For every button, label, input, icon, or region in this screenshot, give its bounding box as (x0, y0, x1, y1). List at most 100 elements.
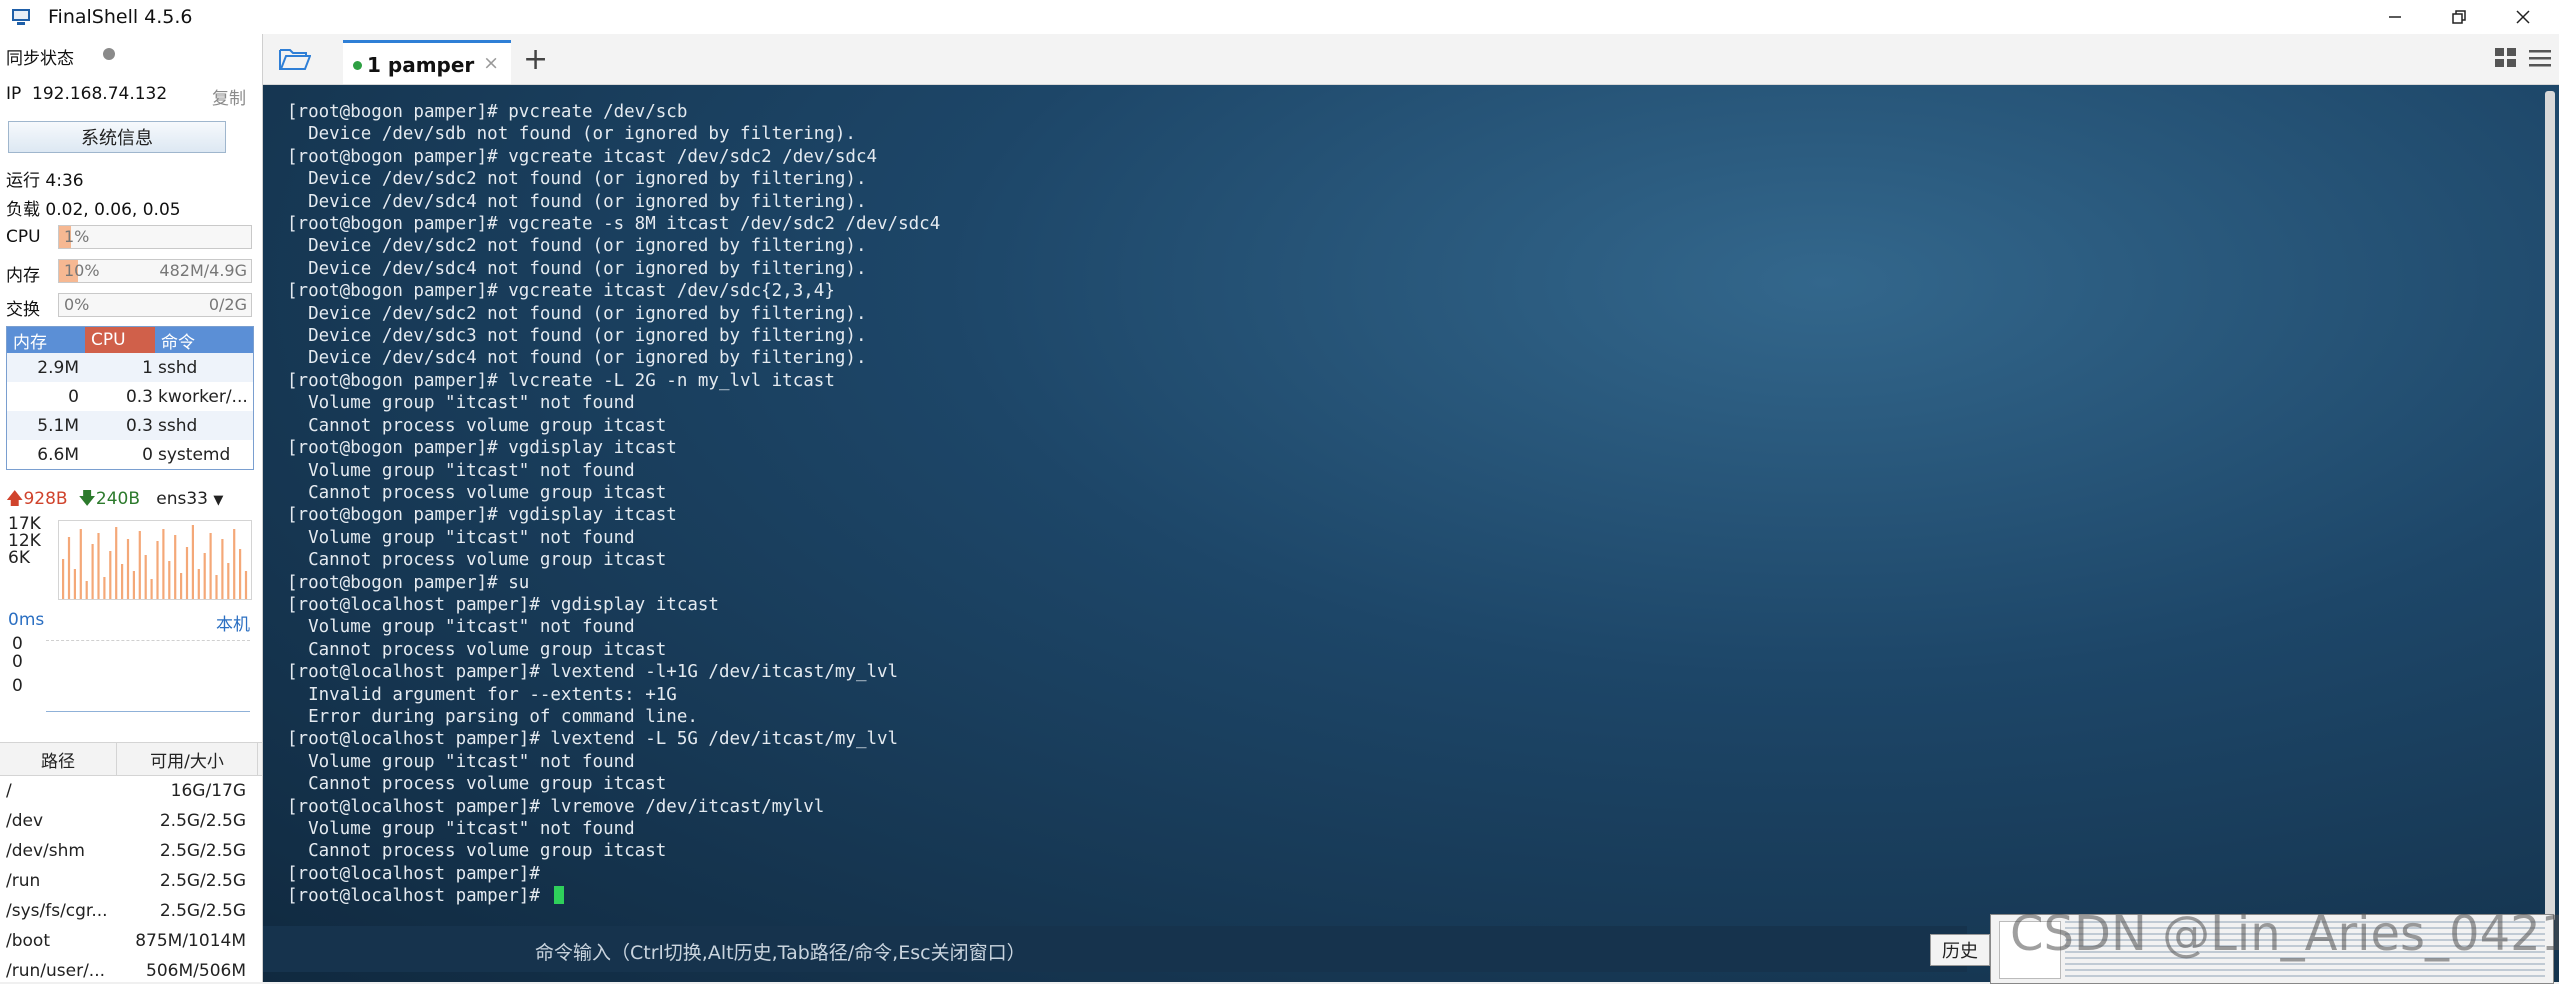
terminal-line: Device /dev/sdc2 not found (or ignored b… (287, 303, 867, 324)
terminal-line: [root@bogon pamper]# pvcreate /dev/scb (287, 102, 688, 122)
history-button[interactable]: 历史 (1930, 934, 1990, 966)
process-row[interactable]: 0 0.3 kworker/... (7, 382, 253, 411)
terminal-line: Invalid argument for --extents: +1G (287, 684, 677, 705)
tab-close-icon[interactable]: × (483, 52, 499, 74)
traffic-bar (67, 537, 71, 599)
terminal-line: Device /dev/sdc2 not found (or ignored b… (287, 236, 867, 257)
process-cpu: 1 (142, 357, 153, 378)
filesystem-row[interactable]: /dev 2.5G/2.5G (0, 806, 262, 836)
uptime: 运行 4:36 (6, 171, 84, 191)
terminal-line: Cannot process volume group itcast (287, 639, 667, 660)
terminal-panel[interactable]: [root@bogon pamper]# pvcreate /dev/scb D… (263, 85, 2559, 982)
filesystem-path: /sys/fs/cgr... (6, 901, 108, 921)
filesystem-table-header: 路径 可用/大小 (0, 742, 262, 776)
traffic-bar (162, 529, 165, 599)
sync-status-label: 同步状态 (6, 49, 74, 69)
traffic-bar (121, 564, 124, 599)
terminal-line: Cannot process volume group itcast (287, 774, 667, 795)
new-tab-plus-icon[interactable]: + (523, 42, 548, 77)
hamburger-menu-icon[interactable] (2529, 48, 2551, 68)
traffic-bar (115, 527, 118, 599)
terminal-line: [root@bogon pamper]# lvcreate -L 2G -n m… (287, 370, 835, 391)
terminal-line: [root@bogon pamper]# vgdisplay itcast (287, 505, 677, 526)
traffic-bar (215, 575, 218, 599)
terminal-scrollbar[interactable] (2545, 91, 2555, 921)
process-row[interactable]: 5.1M 0.3 sshd (7, 411, 253, 440)
mem-value: 10% (64, 261, 100, 280)
traffic-bar (85, 581, 88, 599)
filesystem-path: /dev (6, 811, 44, 831)
filesystem-size: 2.5G/2.5G (159, 811, 246, 831)
process-cmd: kworker/... (158, 386, 248, 407)
traffic-bar (156, 541, 159, 599)
proc-header-mem[interactable]: 内存 (7, 327, 85, 353)
ip-address: 192.168.74.132 (32, 84, 168, 104)
window-title: FinalShell 4.5.6 (48, 6, 193, 28)
chevron-down-icon[interactable]: ▼ (213, 493, 223, 508)
process-row[interactable]: 6.6M 0 systemd (7, 440, 253, 469)
minimize-button[interactable] (2366, 0, 2424, 34)
traffic-bar (91, 544, 94, 599)
grid-layout-icon[interactable] (2495, 48, 2517, 68)
traffic-bar (244, 571, 248, 599)
copy-ip-link[interactable]: 复制 (212, 84, 246, 109)
terminal-line: [root@localhost pamper]# lvremove /dev/i… (287, 796, 825, 817)
mem-meter: 10% 482M/4.9G (58, 259, 252, 283)
terminal-line: Volume group "itcast" not found (287, 751, 635, 772)
command-input-hint: 命令输入（Ctrl切换,Alt历史,Tab路径/命令,Esc关闭窗口） (535, 942, 1026, 964)
filesystem-row[interactable]: /run/user/... 506M/506M (0, 956, 262, 982)
filesystem-path: /boot (6, 931, 50, 951)
filesystem-row[interactable]: /run 2.5G/2.5G (0, 866, 262, 896)
load-average: 负载 0.02, 0.06, 0.05 (6, 200, 181, 220)
command-input-bar[interactable]: 命令输入（Ctrl切换,Alt历史,Tab路径/命令,Esc关闭窗口） (263, 926, 1967, 972)
swap-detail: 0/2G (208, 295, 247, 314)
filesystem-row[interactable]: / 16G/17G (0, 776, 262, 806)
net-tick-3: 6K (8, 548, 30, 568)
close-window-button[interactable] (2494, 0, 2552, 34)
interface-select[interactable]: ens33 (156, 489, 208, 509)
fs-header-path[interactable]: 路径 (0, 743, 117, 775)
filesystem-table: 路径 可用/大小 / 16G/17G/dev 2.5G/2.5G/dev/shm 2.… (0, 742, 262, 982)
terminal-line: Device /dev/sdb not found (or ignored by… (287, 124, 856, 145)
traffic-bar (233, 529, 236, 599)
terminal-line: [root@bogon pamper]# vgcreate itcast /de… (287, 281, 835, 302)
terminal-line: [root@localhost pamper]# lvextend -l+1G … (287, 662, 899, 683)
fs-header-size[interactable]: 可用/大小 (117, 743, 258, 775)
process-cmd: sshd (158, 357, 198, 378)
ping-latency: 0ms (8, 610, 45, 630)
process-cmd: systemd (158, 444, 231, 465)
filesystem-path: /dev/shm (6, 841, 85, 861)
folder-open-icon[interactable] (279, 47, 311, 71)
download-arrow-icon: 🡇 (78, 489, 96, 509)
close-icon (2516, 10, 2530, 24)
upload-rate: 928B (23, 489, 68, 509)
traffic-bar (209, 533, 212, 599)
terminal-line: Error during parsing of command line. (287, 706, 698, 727)
process-row[interactable]: 2.9M 1 sshd (7, 353, 253, 382)
process-cpu: 0.3 (125, 415, 153, 436)
tab-session-pamper[interactable]: 1 pamper × (343, 40, 511, 84)
process-cmd: sshd (158, 415, 198, 436)
filesystem-row[interactable]: /boot 875M/1014M (0, 926, 262, 956)
filesystem-row[interactable]: /sys/fs/cgr... 2.5G/2.5G (0, 896, 262, 926)
proc-header-cmd[interactable]: 命令 (155, 327, 253, 353)
traffic-bar (203, 553, 206, 599)
tab-bar: 1 pamper × + (263, 34, 2559, 85)
ip-label: IP (6, 84, 22, 104)
terminal-line: Cannot process volume group itcast (287, 550, 667, 571)
system-info-button[interactable]: 系统信息 (8, 121, 226, 153)
traffic-bar (97, 533, 100, 599)
sidebar: 同步状态 IP 192.168.74.132 复制 系统信息 运行 4:36 负… (0, 34, 263, 982)
proc-header-cpu[interactable]: CPU (85, 327, 155, 353)
swap-label: 交换 (6, 300, 40, 320)
terminal-line: Device /dev/sdc4 not found (or ignored b… (287, 258, 867, 279)
filesystem-row[interactable]: /dev/shm 2.5G/2.5G (0, 836, 262, 866)
traffic-bar (144, 555, 147, 599)
terminal-line: [root@bogon pamper]# su (287, 572, 530, 593)
terminal-cursor (554, 886, 565, 905)
traffic-bar (73, 569, 76, 599)
finalshell-icon (12, 9, 30, 25)
terminal-output[interactable]: [root@bogon pamper]# pvcreate /dev/scb D… (287, 101, 940, 908)
ping-target[interactable]: 本机 (216, 610, 250, 635)
restore-button[interactable] (2430, 0, 2488, 34)
